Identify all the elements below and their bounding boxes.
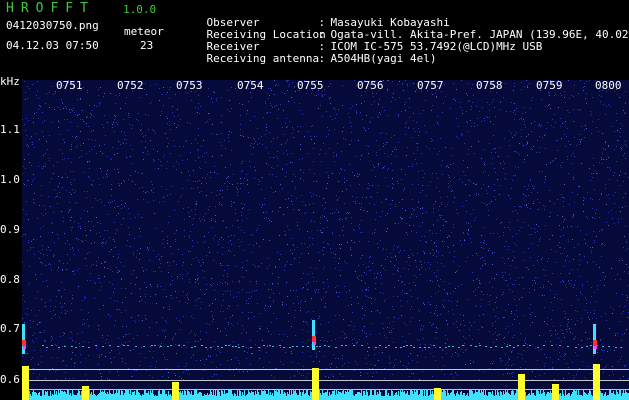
noise-speckle xyxy=(22,80,629,380)
meteor-echo-core xyxy=(313,342,316,345)
echo-spike xyxy=(22,366,29,400)
freq-label-0-6: 0.6 xyxy=(0,373,20,386)
time-label-0759: 0759 xyxy=(536,79,563,92)
time-label-0800: 0800 xyxy=(595,79,622,92)
meteor-echo xyxy=(22,324,25,354)
echo-spike xyxy=(552,384,559,400)
freq-label-1-1: 1.1 xyxy=(0,123,20,136)
noise-speckle-bright xyxy=(22,80,628,380)
time-label-0752: 0752 xyxy=(117,79,144,92)
marker-line xyxy=(22,369,629,370)
marker-line xyxy=(22,380,629,381)
time-label-0757: 0757 xyxy=(417,79,444,92)
info-row-antenna: Receiving antenna: A504HB(yagi 4el) xyxy=(180,41,437,77)
echo-spike xyxy=(82,386,89,400)
echo-spike xyxy=(518,374,525,400)
timestamp: 04.12.03 07:50 xyxy=(6,39,99,52)
echo-spike xyxy=(312,368,319,400)
app-version: 1.0.0 xyxy=(123,3,157,16)
meteor-echo-core xyxy=(593,340,597,346)
meteor-echo-core xyxy=(312,336,316,342)
echo-spike xyxy=(593,364,600,400)
meteor-echo-core xyxy=(23,346,26,349)
info-separator: : xyxy=(318,52,326,65)
time-label-0754: 0754 xyxy=(237,79,264,92)
carrier-trace xyxy=(42,345,622,348)
info-value: A504HB(yagi 4el) xyxy=(330,52,437,65)
time-label-0751: 0751 xyxy=(56,79,83,92)
app-title: HROFFT xyxy=(6,1,95,16)
echo-spike xyxy=(434,388,441,400)
time-label-0756: 0756 xyxy=(357,79,384,92)
baseline-trace xyxy=(22,389,629,400)
freq-unit-label: kHz xyxy=(0,75,20,88)
file-name: 0412030750.png xyxy=(6,19,99,32)
time-label-0753: 0753 xyxy=(176,79,203,92)
freq-label-0-8: 0.8 xyxy=(0,273,20,286)
info-label: Receiving antenna xyxy=(206,52,320,65)
meteor-echo xyxy=(312,320,315,350)
spectrogram xyxy=(22,80,629,400)
freq-label-1-0: 1.0 xyxy=(0,173,20,186)
meteor-echo-core xyxy=(594,346,597,349)
hrofft-window: HROFFT 1.0.0 0412030750.png meteor 04.12… xyxy=(0,0,629,400)
meteor-echo xyxy=(593,324,596,354)
freq-label-0-9: 0.9 xyxy=(0,223,20,236)
echo-spike xyxy=(172,382,179,400)
time-label-0755: 0755 xyxy=(297,79,324,92)
freq-label-0-7: 0.7 xyxy=(0,322,20,335)
time-label-0758: 0758 xyxy=(476,79,503,92)
spectrogram-canvas xyxy=(22,80,629,400)
meteor-count: 23 xyxy=(140,39,154,52)
meteor-echo-core xyxy=(22,340,26,346)
meteor-label: meteor xyxy=(124,25,164,38)
